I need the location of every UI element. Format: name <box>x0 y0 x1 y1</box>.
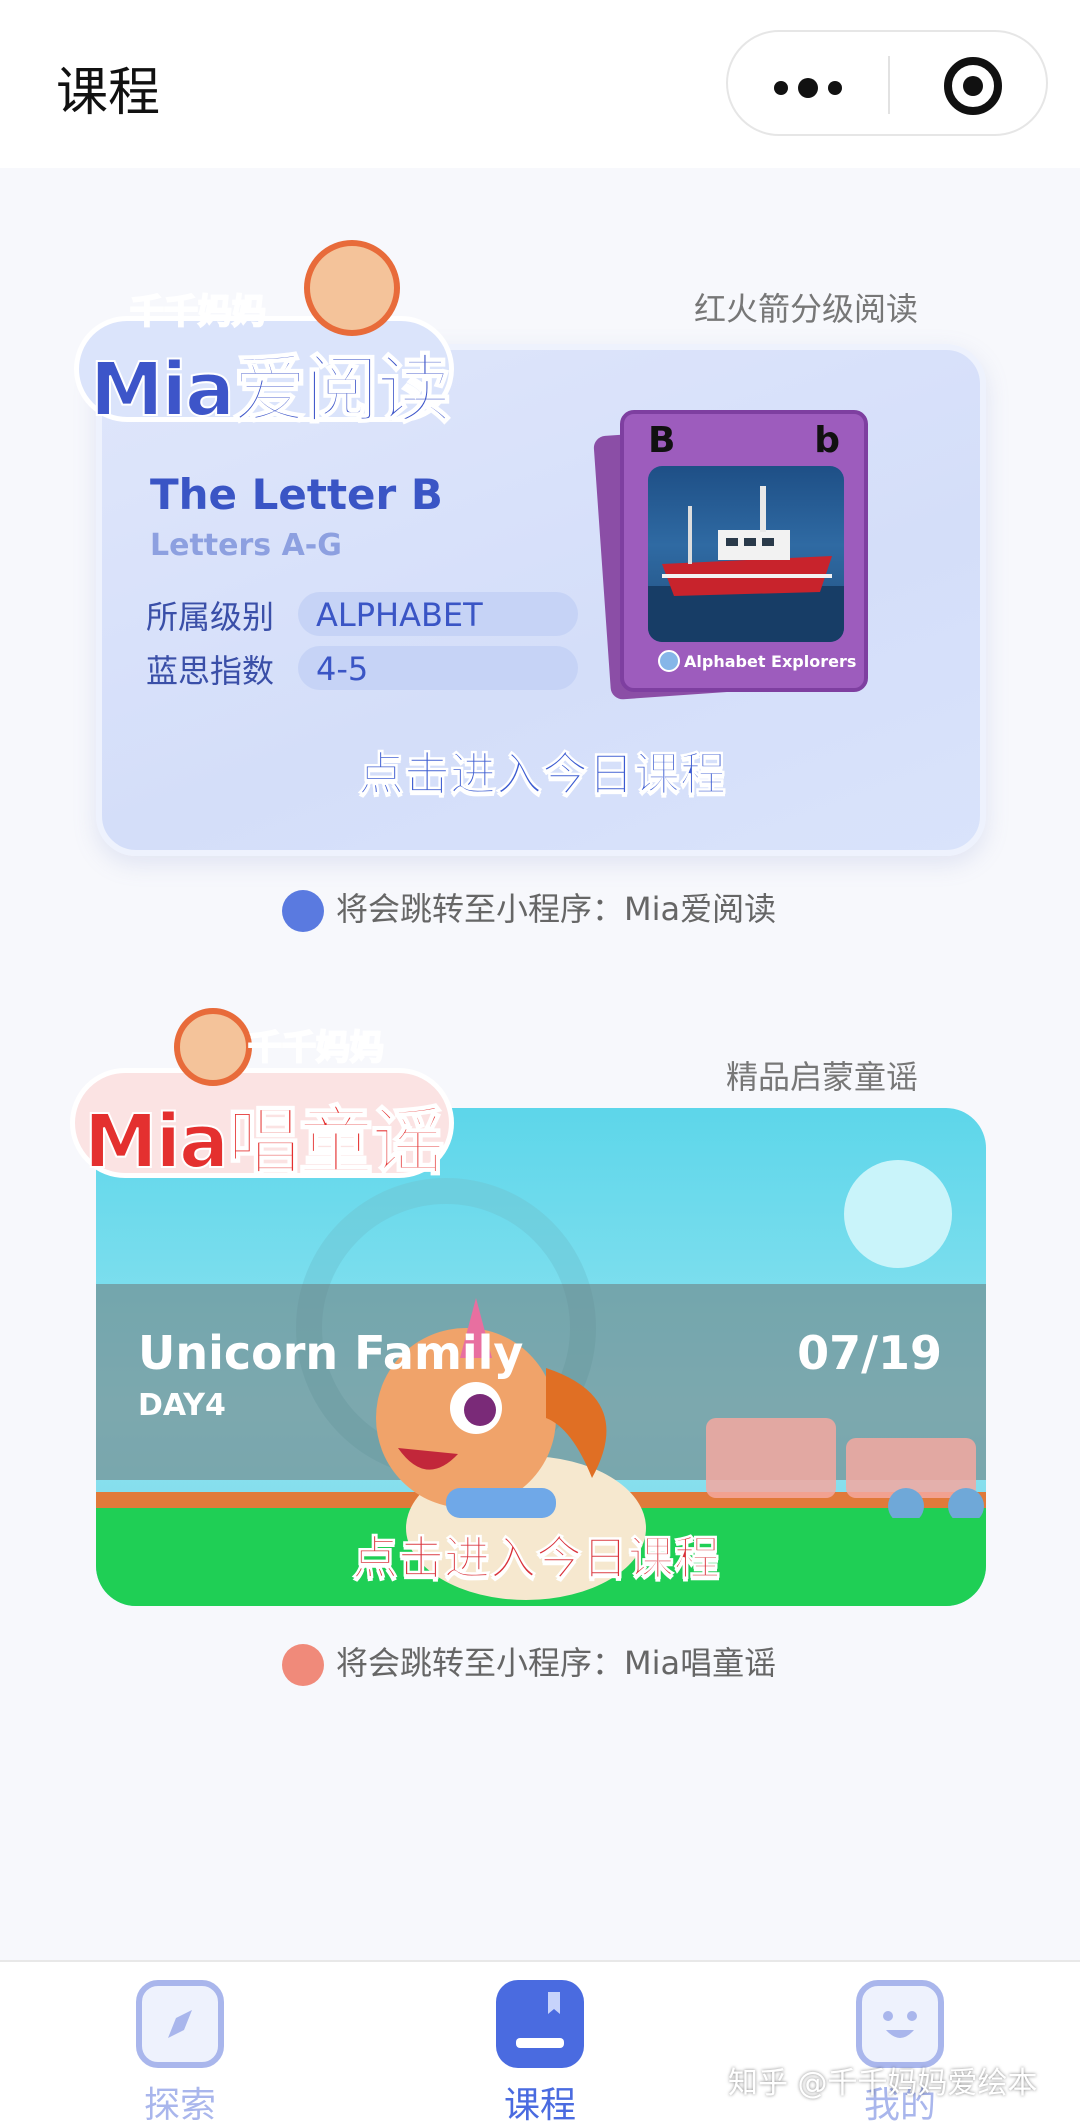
songs-section-tag: 精品启蒙童谣 <box>726 1058 919 1096</box>
lexile-label: 蓝思指数 <box>146 652 275 690</box>
logo-title: Mia爱阅读 <box>89 346 452 434</box>
lexile-pill: 4-5 <box>298 646 578 690</box>
card-caption: Alphabet Explorers <box>684 652 857 671</box>
reading-enter-button[interactable]: 点击进入今日课程 <box>358 738 727 804</box>
mia-songs-logo: 千千妈妈 Mia唱童谣 <box>64 1008 464 1188</box>
sun-decoration <box>844 1160 952 1268</box>
mia-reading-logo: 千千妈妈 Mia爱阅读 <box>64 240 464 434</box>
train-illustration <box>706 1418 984 1518</box>
level-pill: ALPHABET <box>298 592 578 636</box>
book-subtitle: Letters A-G <box>150 528 342 563</box>
mia-avatar <box>174 1008 252 1086</box>
songs-redirect-note: 将会跳转至小程序：Mia唱童谣 <box>282 1638 776 1686</box>
level-label: 所属级别 <box>146 598 275 636</box>
smile-face-icon <box>856 1980 944 2068</box>
tab-mine[interactable]: 我的 <box>830 1980 970 2126</box>
tab-explore-label: 探索 <box>143 2085 216 2126</box>
song-date: 07/19 <box>797 1326 942 1380</box>
target-icon[interactable] <box>944 57 1002 115</box>
boat-photo <box>648 466 844 642</box>
logo-title: Mia唱童谣 <box>83 1098 446 1186</box>
logo-subtitle: 千千妈妈 <box>247 1027 385 1069</box>
zhihu-watermark: 知乎 @千千妈妈爱绘本 <box>728 2066 1038 2101</box>
reading-redirect-note: 将会跳转至小程序：Mia爱阅读 <box>282 884 776 932</box>
tab-courses[interactable]: 课程 <box>470 1980 610 2126</box>
song-day: DAY4 <box>138 1388 226 1423</box>
reading-redirect-text: 将会跳转至小程序：Mia爱阅读 <box>336 890 777 928</box>
tab-courses-label: 课程 <box>503 2085 576 2126</box>
compass-icon <box>136 1980 224 2068</box>
song-title: Unicorn Family <box>138 1326 524 1380</box>
tab-explore[interactable]: 探索 <box>110 1980 250 2126</box>
level-value: ALPHABET <box>316 596 483 634</box>
card-uppercase-letter: B <box>648 420 676 461</box>
logo-subtitle: 千千妈妈 <box>129 291 267 333</box>
mia-reading-mini-icon <box>282 890 324 932</box>
mia-avatar <box>304 240 400 336</box>
flashcard-image: B b Alphabet Explorers <box>620 410 868 692</box>
more-dots-icon[interactable] <box>774 78 842 98</box>
songs-redirect-text: 将会跳转至小程序：Mia唱童谣 <box>336 1644 777 1682</box>
card-lowercase-letter: b <box>814 420 840 461</box>
book-title: The Letter B <box>150 470 443 519</box>
reading-section-tag: 红火箭分级阅读 <box>694 290 919 328</box>
capsule-divider <box>888 56 890 114</box>
nav-header: 课程 <box>0 0 1080 168</box>
mia-songs-mini-icon <box>282 1644 324 1686</box>
mini-program-capsule <box>726 30 1048 136</box>
globe-icon <box>658 650 680 672</box>
songs-enter-button[interactable]: 点击进入今日课程 <box>352 1522 721 1588</box>
lexile-value: 4-5 <box>316 650 369 688</box>
book-icon <box>496 1980 584 2068</box>
page-title: 课程 <box>56 63 161 123</box>
